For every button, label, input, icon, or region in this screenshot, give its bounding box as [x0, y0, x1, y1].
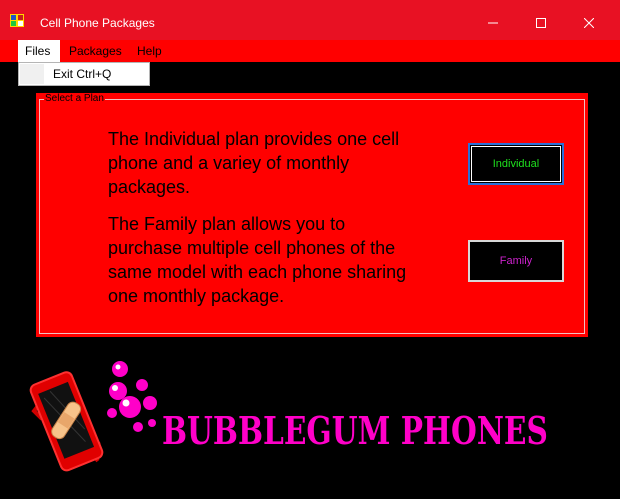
maximize-icon: [536, 18, 546, 28]
family-button[interactable]: Family: [468, 240, 564, 282]
maximize-button[interactable]: [518, 8, 564, 38]
app-icon: [10, 14, 24, 27]
files-dropdown: Exit Ctrl+Q: [18, 62, 150, 86]
minimize-button[interactable]: [470, 8, 516, 38]
title-bar[interactable]: Cell Phone Packages: [0, 0, 620, 40]
menu-item-exit[interactable]: Exit Ctrl+Q: [53, 67, 111, 81]
phone-logo-icon: [29, 361, 157, 472]
menu-files[interactable]: Files: [18, 40, 60, 62]
close-icon: [584, 18, 594, 28]
dropdown-icon-gutter: [20, 64, 44, 84]
individual-button[interactable]: Individual: [468, 143, 564, 185]
main-window: Cell Phone Packages Files Packages Help …: [0, 0, 620, 499]
menu-packages[interactable]: Packages: [62, 40, 129, 62]
family-plan-description: The Family plan allows you to purchase m…: [108, 214, 407, 306]
menu-help[interactable]: Help: [130, 40, 169, 62]
group-title: Select a Plan: [44, 93, 105, 105]
menu-bar: Files Packages Help: [0, 40, 620, 62]
close-button[interactable]: [566, 8, 612, 38]
individual-plan-description: The Individual plan provides one cell ph…: [108, 129, 400, 197]
brand-name: BUBBLEGUM PHONES: [162, 408, 548, 453]
window-title: Cell Phone Packages: [40, 16, 155, 30]
minimize-icon: [488, 22, 498, 24]
select-plan-group: Select a Plan The Individual plan provid…: [36, 93, 588, 337]
